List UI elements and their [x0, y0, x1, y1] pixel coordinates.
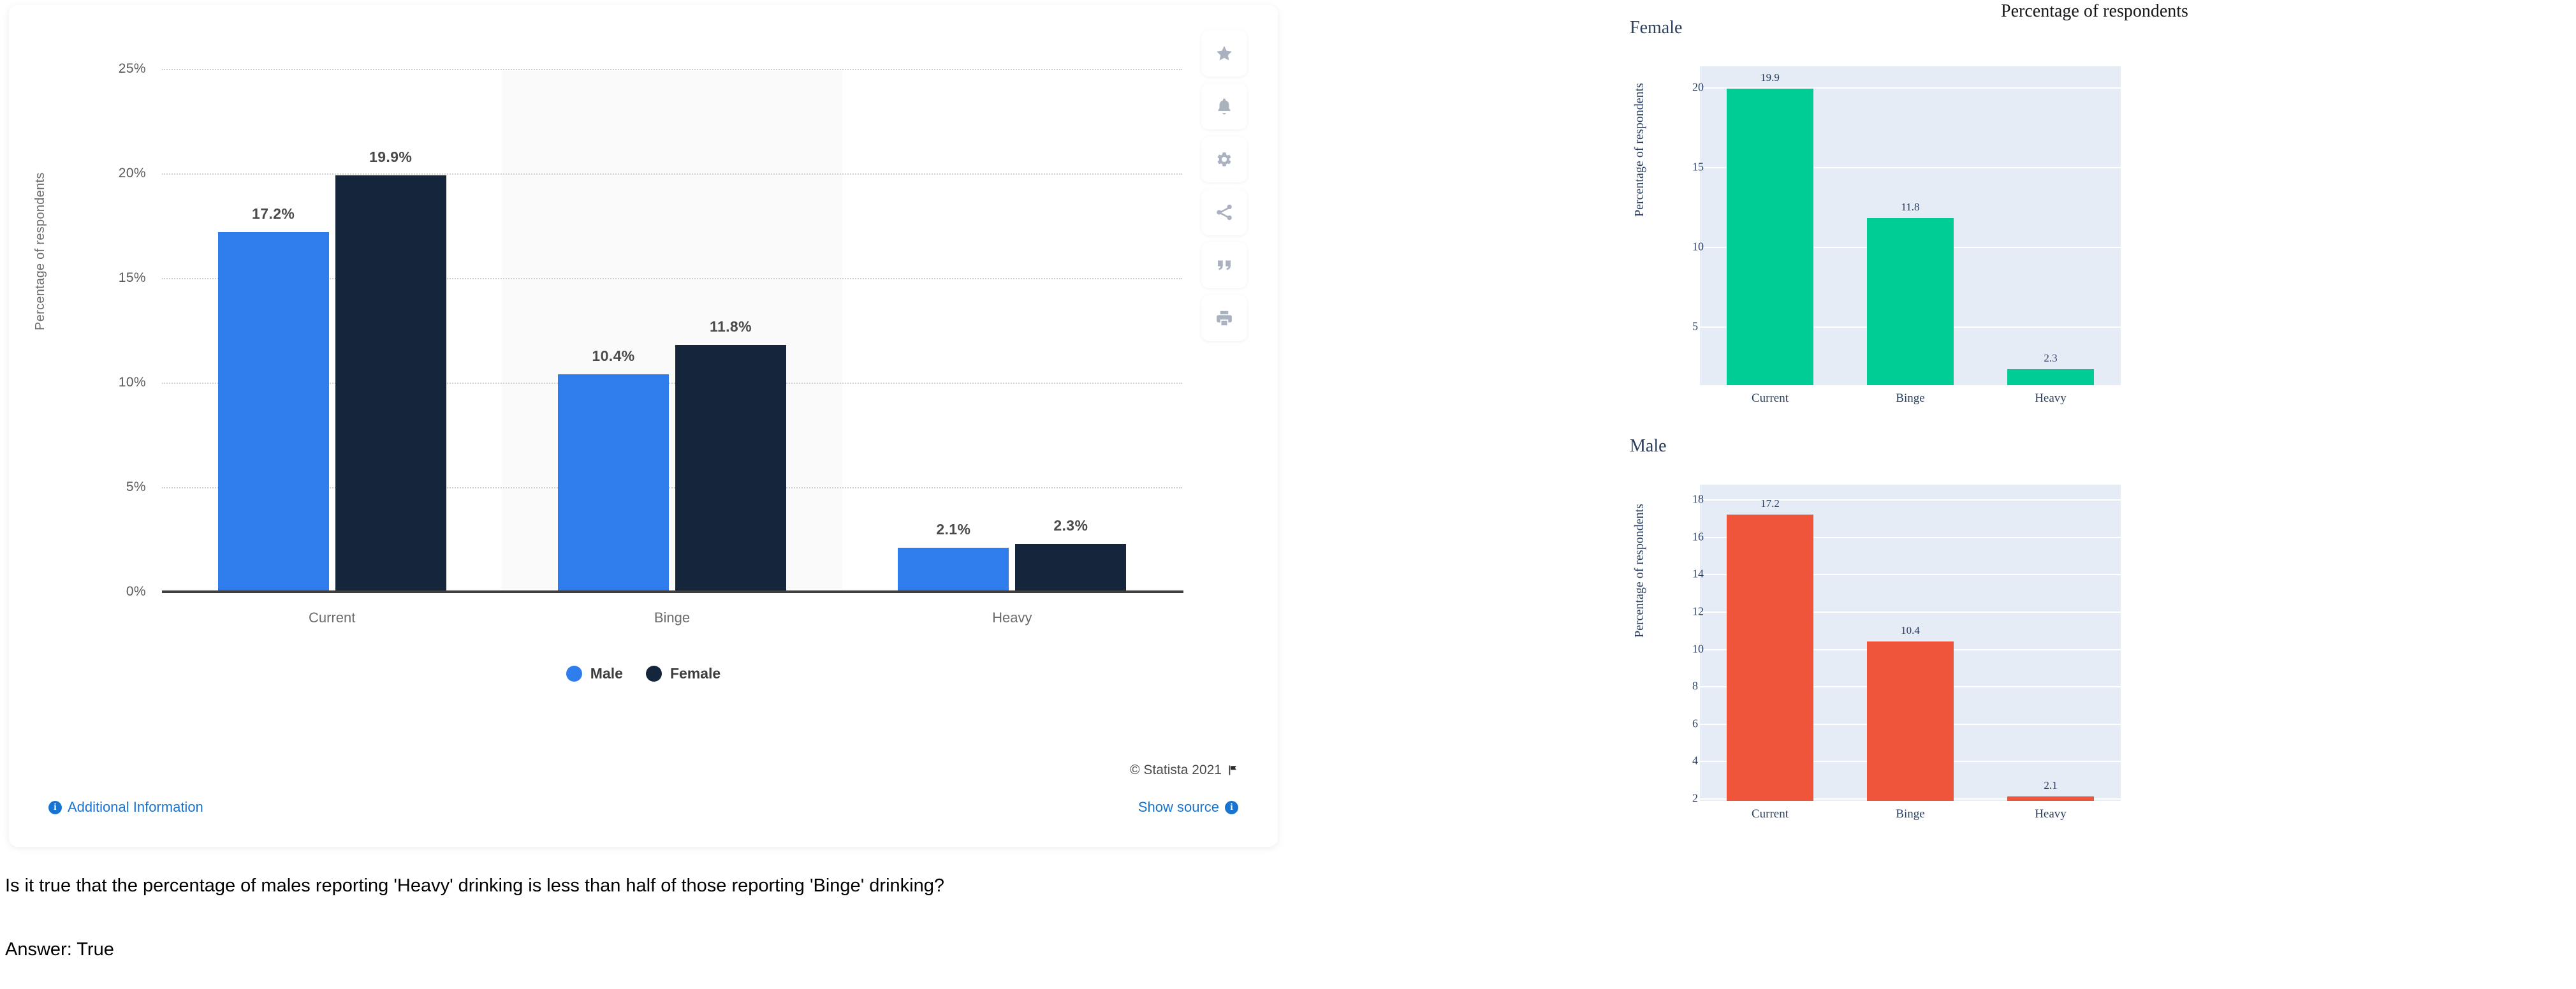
legend-dot-male-icon — [566, 666, 582, 682]
y-axis-tick-label: 5% — [126, 480, 146, 494]
facet-plot-area-male: 17.2 10.4 2.1 — [1700, 485, 2121, 801]
quote-icon — [1218, 260, 1231, 270]
bar-female-binge — [675, 344, 786, 592]
bell-icon — [1218, 98, 1231, 115]
bar-value-label: 2.1% — [936, 521, 971, 538]
facet-panel-title: Percentage of respondents — [2001, 1, 2188, 21]
share-button[interactable] — [1201, 189, 1247, 235]
bar-value-label: 11.8% — [710, 318, 752, 335]
y-axis-tick-label: 15% — [118, 270, 146, 285]
star-icon — [1217, 46, 1232, 61]
facet-subtitle-male: Male — [1630, 436, 1667, 456]
additional-information-label: Additional Information — [68, 799, 203, 815]
info-icon: i — [1225, 800, 1238, 814]
facet-x-tick-label-heavy: Heavy — [2035, 807, 2067, 821]
copyright-text: © Statista 2021 — [1130, 763, 1222, 777]
bar-value-label: 19.9% — [369, 149, 413, 166]
main-chart-legend: Male Female — [9, 665, 1278, 682]
facet-y-axis-label-female: Percentage of respondents — [1632, 83, 1646, 217]
bar-value-label: 17.2% — [252, 205, 295, 222]
y-axis-tick-label: 10% — [118, 375, 146, 390]
main-chart-y-axis-ticks: 0% 5% 10% 15% 20% 25% — [92, 61, 146, 599]
y-axis-tick-label: 0% — [126, 584, 146, 599]
bar-female-current — [335, 175, 446, 592]
qa-question: Is it true that the percentage of males … — [5, 875, 944, 896]
facet-bar-value-label: 2.1 — [2044, 779, 2058, 791]
facet-x-tick-label-binge: Binge — [1896, 392, 1925, 405]
facet-plot-area-female: 19.9 11.8 2.3 — [1700, 66, 2121, 385]
category-highlight-band — [502, 69, 842, 592]
y-axis-tick-label: 20% — [118, 166, 146, 180]
facet-x-tick-label-current: Current — [1751, 392, 1789, 405]
favorite-button[interactable] — [1201, 31, 1247, 77]
statista-chart-card: Percentage of respondents 0% 5% 10% 15% 20% 2… — [9, 5, 1278, 847]
main-chart-x-axis-line — [162, 590, 1183, 593]
copyright-notice: © Statista 2021 — [1130, 763, 1238, 778]
facet-bar-heavy — [2007, 796, 2095, 801]
cite-button[interactable] — [1201, 242, 1247, 288]
facet-bar-value-label: 2.3 — [2044, 352, 2058, 364]
bar-male-current — [217, 231, 329, 592]
x-axis-tick-label-current: Current — [308, 610, 356, 626]
facet-y-axis-label-male: Percentage of respondents — [1632, 504, 1646, 638]
bar-male-heavy — [898, 548, 1009, 592]
facet-bar-value-label: 19.9 — [1760, 71, 1780, 84]
bar-female-heavy — [1015, 543, 1127, 592]
facet-subtitle-female: Female — [1630, 18, 1683, 38]
gear-icon — [1217, 152, 1231, 166]
y-axis-tick-label: 25% — [118, 61, 146, 76]
main-chart-y-axis-label: Percentage of respondents — [33, 172, 47, 330]
show-source-label: Show source — [1138, 799, 1219, 815]
legend-item-male[interactable]: Male — [566, 665, 623, 682]
print-icon — [1217, 311, 1232, 326]
x-axis-tick-label-heavy: Heavy — [992, 610, 1032, 626]
facet-bar-binge — [1866, 641, 1954, 801]
facet-bar-current — [1726, 514, 1814, 801]
print-button[interactable] — [1201, 295, 1247, 341]
facet-bar-heavy — [2007, 369, 2095, 385]
show-source-link[interactable]: Show source i — [1138, 799, 1238, 816]
legend-label-female: Female — [670, 665, 721, 682]
facet-bar-value-label: 17.2 — [1760, 497, 1780, 509]
facet-x-tick-label-current: Current — [1751, 807, 1789, 821]
facet-x-tick-label-binge: Binge — [1896, 807, 1925, 821]
x-axis-tick-label-binge: Binge — [654, 610, 691, 626]
facet-x-tick-label-heavy: Heavy — [2035, 392, 2067, 405]
main-chart-plot-area: 17.2% 19.9% 10.4% 11.8% 2.1% 2.3% — [162, 69, 1182, 592]
bar-value-label: 10.4% — [592, 347, 635, 364]
notifications-button[interactable] — [1201, 84, 1247, 129]
share-icon — [1217, 204, 1232, 221]
facet-bar-value-label: 11.8 — [1901, 200, 1920, 213]
legend-dot-female-icon — [645, 666, 662, 682]
additional-information-link[interactable]: i Additional Information — [48, 799, 203, 816]
legend-item-female[interactable]: Female — [645, 665, 721, 682]
facet-bar-binge — [1866, 217, 1954, 385]
flag-icon — [1229, 765, 1236, 775]
legend-label-male: Male — [590, 665, 623, 682]
facet-bar-value-label: 10.4 — [1901, 624, 1920, 636]
info-icon: i — [48, 800, 62, 814]
bar-male-binge — [558, 374, 669, 592]
settings-button[interactable] — [1201, 136, 1247, 182]
bar-value-label: 2.3% — [1053, 516, 1088, 534]
qa-answer: Answer: True — [5, 939, 114, 960]
facet-chart-panel: Percentage of respondents Female Percent… — [1613, 0, 2576, 835]
facet-bar-current — [1726, 89, 1814, 385]
chart-toolbar — [1201, 31, 1247, 341]
